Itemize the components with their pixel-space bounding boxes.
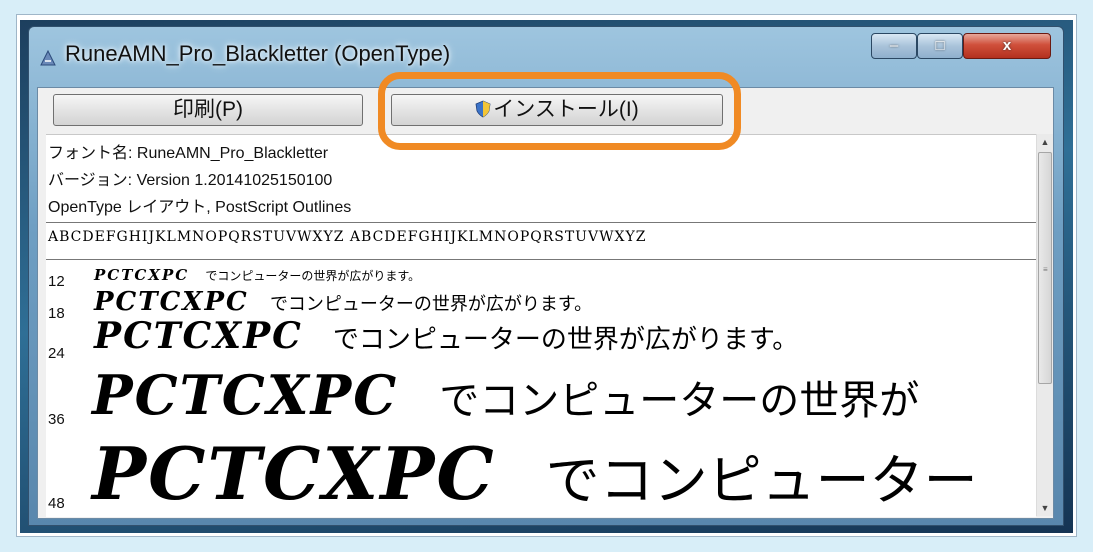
sample-japanese-text: でコンピューター [545,449,978,512]
sample-blackletter-text: PCTCXPC [94,287,249,317]
font-name-line: フォント名: RuneAMN_Pro_Blackletter [48,145,329,162]
sample-size-label: 12 [48,273,65,290]
sample-size-label: 36 [48,411,65,428]
grip-icon: ≡ [1043,265,1048,274]
maximize-button[interactable]: □ [917,33,963,59]
vertical-scrollbar[interactable]: ▲ ≡ ▼ [1036,134,1053,516]
scroll-down-icon[interactable]: ▼ [1037,500,1053,516]
sample-japanese-text: でコンピューターの世界が広がります。 [269,294,593,315]
title-bar[interactable]: RuneAMN_Pro_Blackletter (OpenType) – □ x [29,27,1063,77]
sample-size-label: 24 [48,345,65,362]
sample-japanese-text: でコンピューターの世界が広がります。 [205,269,421,283]
divider [46,222,1036,223]
font-version-line: バージョン: Version 1.20141025150100 [48,172,333,189]
sample-japanese-text: でコンピューターの世界が広がります。 [332,325,799,355]
sample-blackletter-text: PCTCXPC [92,431,496,516]
sample-size-label: 48 [48,495,65,512]
character-set-sample: ABCDEFGHIJKLMNOPQRSTUVWXYZ ABCDEFGHIJKLM… [48,229,647,245]
close-button[interactable]: x [963,33,1051,59]
font-preview-pane: フォント名: RuneAMN_Pro_Blackletter バージョン: Ve… [46,134,1036,517]
font-layout-line: OpenType レイアウト, PostScript Outlines [48,199,352,216]
window-title: RuneAMN_Pro_Blackletter (OpenType) [65,41,451,66]
scrollbar-thumb[interactable]: ≡ [1038,152,1052,384]
install-highlight-outline [378,72,741,150]
minimize-button[interactable]: – [871,33,917,59]
sample-blackletter-text: PCTCXPC [92,363,399,427]
sample-size-label: 18 [48,305,65,322]
sample-blackletter-text: PCTCXPC [94,315,303,357]
sample-blackletter-text: PCTCXPC [94,266,190,284]
print-button[interactable]: 印刷(P) [53,94,363,126]
client-area: 印刷(P) インストール(I) フォント名: RuneAMN_Pro_Black… [37,87,1054,519]
scroll-up-icon[interactable]: ▲ [1037,134,1053,150]
app-font-icon [40,49,56,66]
print-button-label: 印刷(P) [173,98,243,121]
divider [46,259,1036,260]
sample-japanese-text: でコンピューターの世界が [439,378,920,424]
